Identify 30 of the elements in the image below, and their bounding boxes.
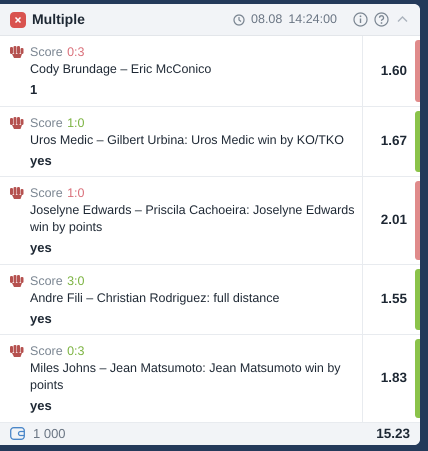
odds-value: 1.60 [380, 62, 407, 80]
event-name: Andre Fili – Christian Rodriguez: full distance [30, 290, 280, 306]
score-value: 0:3 [67, 344, 84, 358]
score-value: 1:0 [67, 186, 84, 200]
total-odds: 15.23 [376, 424, 410, 443]
pick-text: yes [30, 152, 53, 170]
odds-value: 2.01 [380, 211, 407, 230]
event-name: Joselyne Edwards – Priscila Cachoeira: Joselyne Edwards win by points [30, 202, 356, 236]
event-name: Miles Johns – Jean Matsumoto: Jean Matsumoto win by points [30, 360, 342, 394]
pick-text: yes [30, 397, 53, 415]
pick-text: 1 [30, 81, 38, 99]
score-label: Score [30, 344, 63, 358]
bet-title: Multiple [32, 10, 85, 29]
score-label: Score [30, 274, 63, 288]
pick-text: yes [30, 239, 53, 257]
score-label: Score [30, 116, 63, 130]
event-name: Uros Medic – Gilbert Urbina: Uros Medic win by KO/TKO [30, 132, 344, 148]
odds-value: 1.55 [380, 290, 407, 308]
event-name: Cody Brundage – Eric McConico [30, 61, 212, 78]
score-value: 3:0 [67, 274, 84, 288]
score-label: Score [30, 186, 63, 200]
score-value: 0:3 [67, 45, 84, 59]
odds-value: 1.67 [380, 132, 407, 150]
stake-amount: 1 000 [33, 425, 66, 443]
pick-text: yes [30, 310, 53, 328]
bet-date: 08.08 [251, 11, 282, 28]
score-value: 1:0 [67, 116, 84, 130]
odds-value: 1.83 [380, 369, 407, 388]
bet-time: 14:24:00 [288, 11, 337, 28]
score-label: Score [30, 45, 63, 59]
